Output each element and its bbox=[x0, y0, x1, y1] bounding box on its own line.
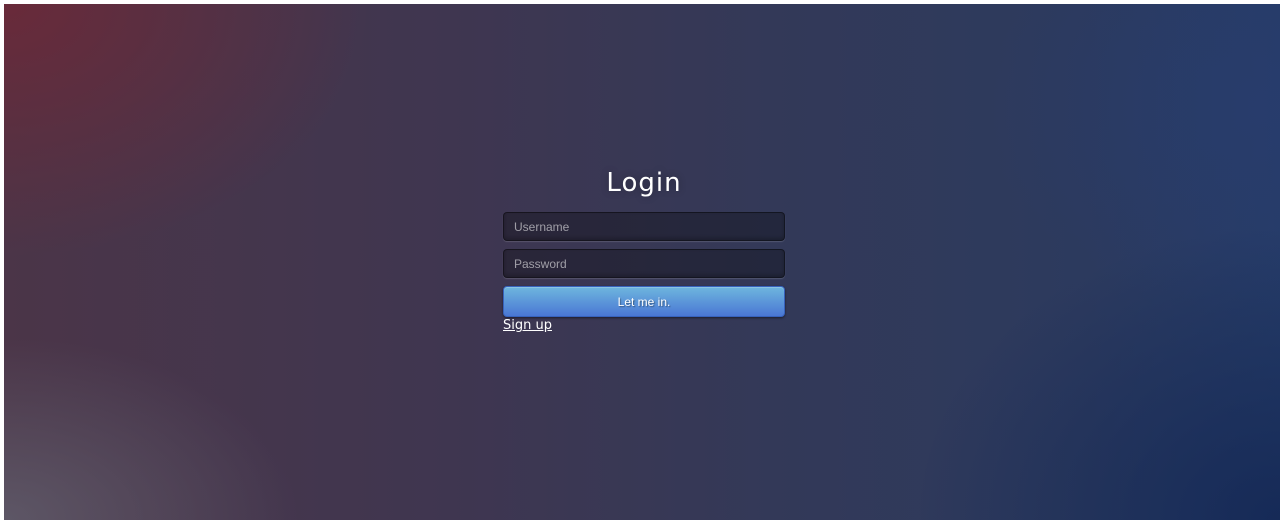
login-button[interactable]: Let me in. bbox=[503, 286, 785, 317]
login-form: Login Let me in. Sign up bbox=[503, 167, 785, 333]
signup-link[interactable]: Sign up bbox=[503, 318, 785, 333]
login-title: Login bbox=[606, 168, 682, 198]
page-background: Login Let me in. Sign up bbox=[4, 4, 1280, 520]
password-input[interactable] bbox=[503, 249, 785, 278]
username-input[interactable] bbox=[503, 212, 785, 241]
